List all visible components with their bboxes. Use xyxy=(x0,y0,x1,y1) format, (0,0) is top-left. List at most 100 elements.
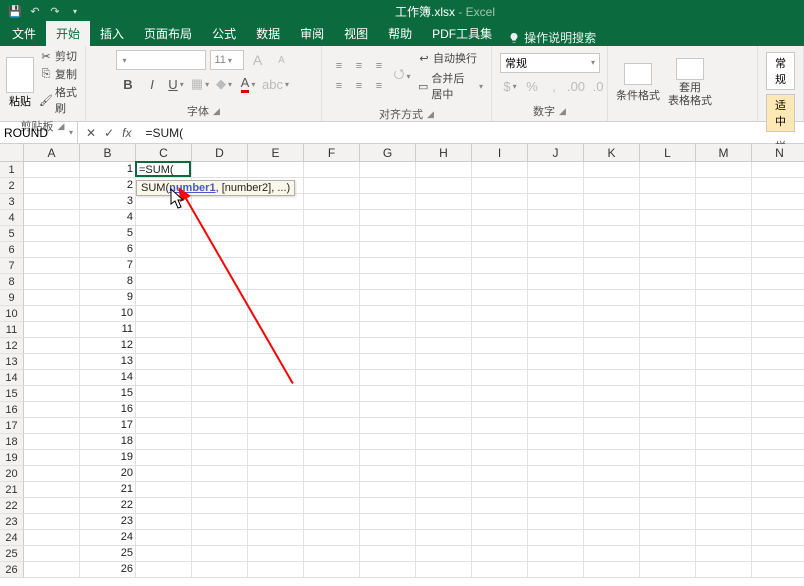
cell[interactable] xyxy=(752,226,804,242)
cell[interactable] xyxy=(416,178,472,194)
cell[interactable] xyxy=(248,530,304,546)
align-top-button[interactable]: ≡ xyxy=(330,57,348,75)
cell[interactable] xyxy=(136,450,192,466)
cell[interactable] xyxy=(360,290,416,306)
cell[interactable]: 20 xyxy=(80,466,136,482)
cell[interactable] xyxy=(24,402,80,418)
cell[interactable] xyxy=(416,482,472,498)
cell[interactable] xyxy=(752,242,804,258)
cell[interactable]: 11 xyxy=(80,322,136,338)
row-header-4[interactable]: 4 xyxy=(0,210,24,226)
cell[interactable] xyxy=(24,322,80,338)
cell[interactable] xyxy=(304,290,360,306)
cell[interactable] xyxy=(696,322,752,338)
cell[interactable] xyxy=(24,178,80,194)
border-button[interactable]: ▦▾ xyxy=(190,74,210,94)
cell[interactable]: 5 xyxy=(80,226,136,242)
cell[interactable] xyxy=(584,242,640,258)
align-left-button[interactable]: ≡ xyxy=(330,77,348,95)
cell[interactable] xyxy=(528,450,584,466)
cell[interactable] xyxy=(192,194,248,210)
row-header-8[interactable]: 8 xyxy=(0,274,24,290)
cell[interactable] xyxy=(416,194,472,210)
cell[interactable] xyxy=(136,546,192,562)
copy-button[interactable]: ⎘复制 xyxy=(40,66,81,82)
cell[interactable]: 13 xyxy=(80,354,136,370)
cell[interactable] xyxy=(416,210,472,226)
cell[interactable] xyxy=(472,178,528,194)
cell[interactable] xyxy=(24,338,80,354)
cell[interactable] xyxy=(136,210,192,226)
cell[interactable] xyxy=(528,386,584,402)
cell[interactable] xyxy=(472,258,528,274)
redo-icon[interactable]: ↷ xyxy=(48,4,62,18)
cell[interactable] xyxy=(24,258,80,274)
cell[interactable] xyxy=(304,178,360,194)
cell[interactable] xyxy=(360,498,416,514)
cell[interactable] xyxy=(584,194,640,210)
row-header-25[interactable]: 25 xyxy=(0,546,24,562)
cell[interactable] xyxy=(696,434,752,450)
cell[interactable] xyxy=(24,354,80,370)
cut-button[interactable]: ✂剪切 xyxy=(40,48,81,64)
cell[interactable] xyxy=(472,530,528,546)
tab-pdf[interactable]: PDF工具集 xyxy=(422,21,502,46)
cell[interactable] xyxy=(584,258,640,274)
cell[interactable] xyxy=(528,498,584,514)
cell[interactable] xyxy=(136,402,192,418)
cell[interactable] xyxy=(192,466,248,482)
column-header-J[interactable]: J xyxy=(528,144,584,162)
spreadsheet-grid[interactable]: ABCDEFGHIJKLMN 1234567891011121314151617… xyxy=(0,144,804,586)
cell[interactable] xyxy=(416,514,472,530)
cell[interactable] xyxy=(584,370,640,386)
cell[interactable] xyxy=(360,562,416,578)
cell[interactable] xyxy=(360,546,416,562)
cell[interactable] xyxy=(136,530,192,546)
cell[interactable] xyxy=(640,402,696,418)
cell[interactable] xyxy=(304,354,360,370)
cell[interactable] xyxy=(472,322,528,338)
cell[interactable] xyxy=(472,242,528,258)
cell[interactable] xyxy=(528,466,584,482)
cell[interactable] xyxy=(528,274,584,290)
cell[interactable] xyxy=(192,242,248,258)
qat-more-icon[interactable]: ▾ xyxy=(68,4,82,18)
cancel-formula-button[interactable]: ✕ xyxy=(86,126,96,140)
cell[interactable] xyxy=(584,482,640,498)
cells-area[interactable]: 1234567891011121314151617181920212223242… xyxy=(24,162,804,578)
cell[interactable] xyxy=(472,306,528,322)
cell[interactable] xyxy=(752,354,804,370)
cell[interactable] xyxy=(584,338,640,354)
cell[interactable] xyxy=(416,370,472,386)
cell[interactable] xyxy=(752,530,804,546)
cell[interactable] xyxy=(584,290,640,306)
cell[interactable] xyxy=(192,434,248,450)
cell[interactable] xyxy=(640,466,696,482)
cell[interactable] xyxy=(136,562,192,578)
cell[interactable] xyxy=(640,226,696,242)
cell[interactable] xyxy=(192,418,248,434)
cell[interactable] xyxy=(752,290,804,306)
cell[interactable] xyxy=(696,258,752,274)
font-name-select[interactable]: ▾ xyxy=(116,50,206,70)
tab-view[interactable]: 视图 xyxy=(334,21,378,46)
align-center-button[interactable]: ≡ xyxy=(350,77,368,95)
fill-color-button[interactable]: ◆▾ xyxy=(214,74,234,94)
cell[interactable] xyxy=(752,514,804,530)
cell[interactable] xyxy=(472,386,528,402)
cell[interactable] xyxy=(640,178,696,194)
column-header-D[interactable]: D xyxy=(192,144,248,162)
cell[interactable] xyxy=(640,434,696,450)
tab-help[interactable]: 帮助 xyxy=(378,21,422,46)
cell[interactable]: 26 xyxy=(80,562,136,578)
cell[interactable] xyxy=(304,226,360,242)
cell[interactable] xyxy=(304,274,360,290)
cell[interactable] xyxy=(528,482,584,498)
tab-data[interactable]: 数据 xyxy=(246,21,290,46)
cell[interactable] xyxy=(640,418,696,434)
formula-input[interactable]: =SUM( xyxy=(139,126,804,140)
cell[interactable] xyxy=(136,274,192,290)
alignment-launcher-icon[interactable]: ◢ xyxy=(427,109,434,120)
phonetic-button[interactable]: abc▾ xyxy=(262,74,289,94)
cell[interactable] xyxy=(24,482,80,498)
